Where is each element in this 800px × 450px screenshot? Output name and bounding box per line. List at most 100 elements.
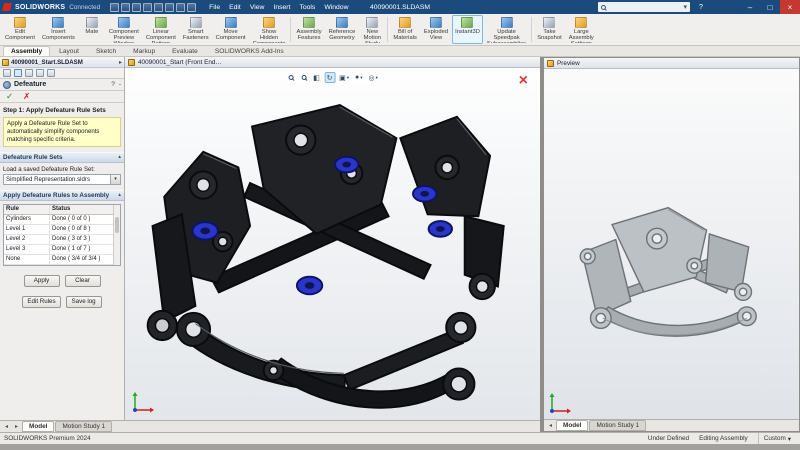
- new-motion-study-icon: [366, 17, 378, 28]
- zoom-to-area-button[interactable]: [298, 72, 309, 83]
- displaymanager-tab-icon[interactable]: [47, 69, 55, 77]
- close-button[interactable]: ×: [780, 0, 800, 14]
- rotate-view-button[interactable]: ↻: [324, 72, 335, 83]
- ribbon-button-instant3d[interactable]: Instant3D: [452, 15, 483, 44]
- tab-model[interactable]: Model: [556, 420, 588, 431]
- open-file-icon[interactable]: [121, 3, 130, 12]
- tab-assembly[interactable]: Assembly: [3, 46, 50, 56]
- ribbon-button-mate[interactable]: Mate: [79, 15, 105, 44]
- ribbon-button-update-speedpak-subassemblies[interactable]: Update Speedpak Subassemblies: [484, 15, 529, 44]
- tab-model[interactable]: Model: [22, 421, 54, 432]
- tab-scroll-left-icon[interactable]: ◂: [2, 423, 11, 430]
- table-row[interactable]: Level 1 Done ( 0 of 8 ): [4, 225, 113, 235]
- group-header-apply-rules[interactable]: Apply Defeature Rules to Assembly ▴: [0, 190, 124, 201]
- ribbon-button-assembly-features[interactable]: Assembly Features: [293, 15, 324, 44]
- cancel-defeature-icon[interactable]: ×: [519, 73, 528, 89]
- save-icon[interactable]: [132, 3, 141, 12]
- step-header: Step 1: Apply Defeature Rule Sets: [0, 103, 124, 116]
- help-icon[interactable]: ?: [694, 0, 708, 14]
- simplified-assembly-model[interactable]: [554, 187, 788, 351]
- rebuild-icon[interactable]: [176, 3, 185, 12]
- menu-view[interactable]: View: [249, 4, 266, 11]
- ribbon-button-new-motion-study[interactable]: New Motion Study: [359, 15, 385, 44]
- search-input[interactable]: [608, 4, 681, 10]
- menu-edit[interactable]: Edit: [228, 4, 242, 11]
- ruleset-dropdown[interactable]: Simplified Representation.sldrs ▾: [3, 174, 121, 185]
- menu-tools[interactable]: Tools: [298, 4, 316, 11]
- tab-motion-study-1[interactable]: Motion Study 1: [55, 421, 112, 432]
- search-dropdown-icon[interactable]: ▾: [683, 3, 687, 11]
- panel-pin-icon[interactable]: -: [119, 81, 121, 88]
- zoom-to-fit-button[interactable]: [285, 72, 296, 83]
- table-scrollbar[interactable]: [113, 205, 120, 265]
- ribbon-button-bill-of-materials[interactable]: Bill of Materials: [390, 15, 420, 44]
- tab-layout[interactable]: Layout: [51, 46, 87, 56]
- edit-rules-button[interactable]: Edit Rules: [22, 296, 60, 308]
- print-icon[interactable]: [143, 3, 152, 12]
- ok-cancel-row: ✓ ✗: [0, 91, 124, 103]
- ok-check-icon[interactable]: ✓: [6, 91, 13, 102]
- redo-icon[interactable]: [165, 3, 174, 12]
- flyout-arrow-icon[interactable]: ▸: [119, 59, 122, 66]
- table-row[interactable]: Level 2 Done ( 3 of 3 ): [4, 235, 113, 245]
- assembly-icon: [2, 59, 9, 66]
- table-row[interactable]: Level 3 Done ( 1 of 7 ): [4, 245, 113, 255]
- ribbon-button-component-preview-window[interactable]: Component Preview Window: [106, 15, 142, 44]
- configuration-selector[interactable]: Custom ▾: [758, 433, 796, 444]
- maximize-button[interactable]: □: [760, 0, 780, 14]
- dimxpertmanager-tab-icon[interactable]: [36, 69, 44, 77]
- ribbon-button-show-hidden-components[interactable]: Show Hidden Components: [250, 15, 289, 44]
- propertymanager-tab-icon[interactable]: [14, 69, 22, 77]
- feature-tree-document-tab[interactable]: 40090001_Start.SLDASM ▸: [0, 57, 124, 68]
- hide-show-items-button[interactable]: ◎▾: [367, 72, 380, 83]
- configurationmanager-tab-icon[interactable]: [25, 69, 33, 77]
- ribbon-button-insert-components[interactable]: Insert Components: [39, 15, 78, 44]
- assembly-model[interactable]: [133, 77, 533, 415]
- ribbon-button-take-snapshot[interactable]: Take Snapshot: [534, 15, 565, 44]
- show-hidden-components-icon: [263, 17, 275, 28]
- property-manager-panel: 40090001_Start.SLDASM ▸ Defeature ? - ✓ …: [0, 57, 125, 420]
- defeature-preview-window: Preview: [543, 57, 800, 432]
- panel-help-icon[interactable]: ?: [111, 81, 115, 88]
- minimize-button[interactable]: –: [740, 0, 760, 14]
- view-orientation-button[interactable]: ▣▾: [337, 72, 351, 83]
- table-row[interactable]: Cylinders Done ( 0 of 0 ): [4, 215, 113, 225]
- defeature-icon: [3, 81, 11, 89]
- ribbon-button-large-assembly-settings[interactable]: Large Assembly Settings: [566, 15, 597, 44]
- menu-file[interactable]: File: [208, 4, 221, 11]
- tab-sketch[interactable]: Sketch: [88, 46, 124, 56]
- options-icon[interactable]: [187, 3, 196, 12]
- featuremanager-tab-icon[interactable]: [3, 69, 11, 77]
- clear-button[interactable]: Clear: [65, 275, 101, 287]
- ribbon-button-move-component[interactable]: Move Component: [213, 15, 249, 44]
- save-log-button[interactable]: Save log: [66, 296, 102, 308]
- tab-markup[interactable]: Markup: [125, 46, 163, 56]
- menu-window[interactable]: Window: [323, 4, 349, 11]
- ribbon-separator: [290, 17, 291, 42]
- cancel-x-icon[interactable]: ✗: [23, 91, 30, 102]
- collapse-chevron-icon: ▴: [118, 154, 121, 160]
- ribbon-button-smart-fasteners[interactable]: Smart Fasteners: [180, 15, 212, 44]
- tab-evaluate[interactable]: Evaluate: [164, 46, 206, 56]
- tab-scroll-right-icon[interactable]: ▸: [12, 423, 21, 430]
- dropdown-arrow-icon[interactable]: ▾: [110, 175, 120, 184]
- preview-viewport[interactable]: [544, 69, 799, 419]
- graphics-viewport[interactable]: 40090001_Start (Front End… ◧ ↻ ▣▾ ●▾ ◎▾ …: [125, 57, 540, 420]
- tab-scroll-left-icon[interactable]: ◂: [546, 422, 555, 429]
- apply-button[interactable]: Apply: [24, 275, 60, 287]
- ribbon-button-reference-geometry[interactable]: Reference Geometry: [326, 15, 359, 44]
- group-header-rule-sets[interactable]: Defeature Rule Sets ▴: [0, 152, 124, 163]
- display-style-button[interactable]: ●▾: [353, 72, 365, 83]
- ribbon-button-edit-component[interactable]: Edit Component: [2, 15, 38, 44]
- ribbon-button-exploded-view[interactable]: Exploded View: [421, 15, 451, 44]
- menu-insert[interactable]: Insert: [272, 4, 291, 11]
- ribbon-button-linear-component-pattern[interactable]: Linear Component Pattern: [143, 15, 179, 44]
- search-box[interactable]: ▾: [598, 2, 690, 12]
- table-row[interactable]: None Done ( 3/4 of 3/4 ): [4, 255, 113, 265]
- section-view-button[interactable]: ◧: [311, 72, 322, 83]
- scrollbar-thumb[interactable]: [115, 217, 119, 233]
- undo-icon[interactable]: [154, 3, 163, 12]
- tab-solidworks-add-ins[interactable]: SOLIDWORKS Add-Ins: [207, 46, 292, 56]
- new-file-icon[interactable]: [110, 3, 119, 12]
- tab-motion-study-1[interactable]: Motion Study 1: [589, 420, 646, 431]
